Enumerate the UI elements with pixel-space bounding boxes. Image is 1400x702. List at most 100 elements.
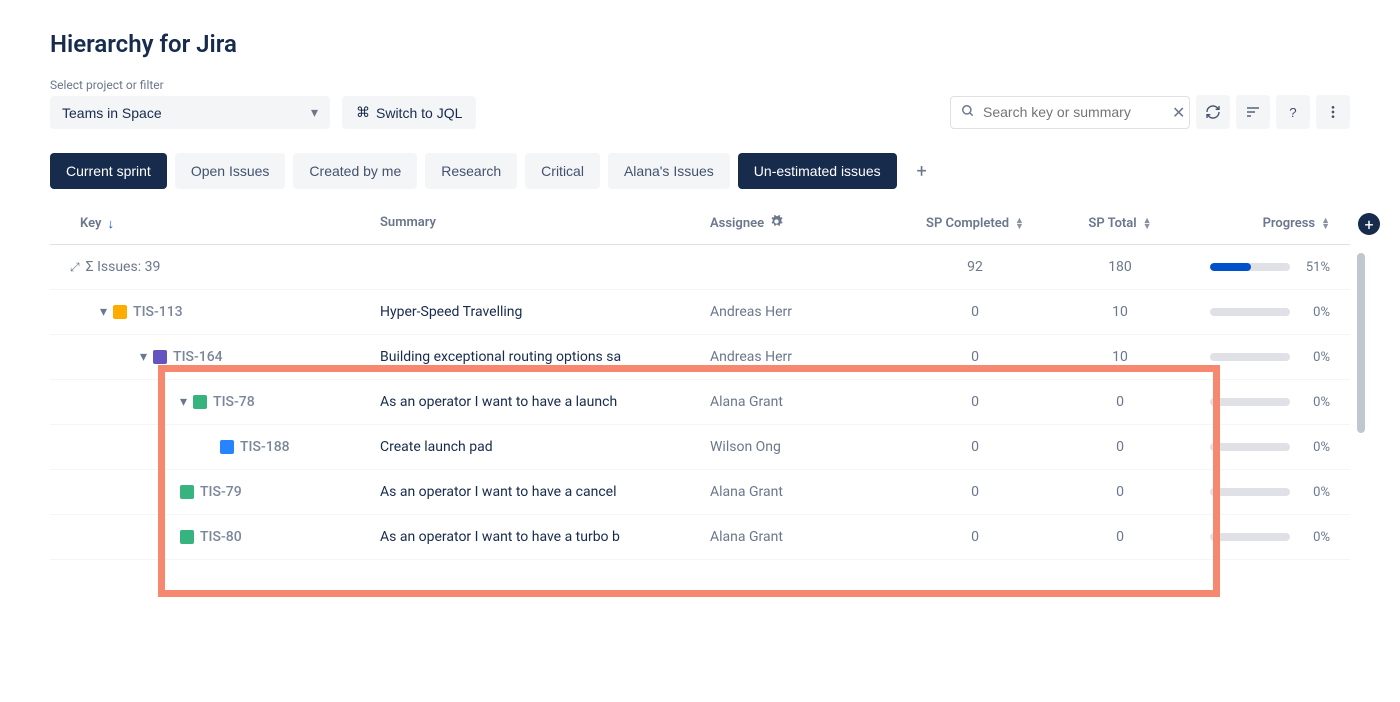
issue-key[interactable]: TIS-188 xyxy=(240,439,290,455)
filter-tabs: Current sprintOpen IssuesCreated by meRe… xyxy=(50,153,1350,189)
help-button[interactable]: ? xyxy=(1276,95,1310,129)
project-select-group: Select project or filter Teams in Space … xyxy=(50,78,330,129)
project-select-value: Teams in Space xyxy=(62,105,162,121)
column-header-summary[interactable]: Summary xyxy=(380,215,710,232)
row-summary[interactable]: Building exceptional routing options sa xyxy=(380,349,710,365)
task-issue-icon xyxy=(220,440,234,454)
chevron-down-icon[interactable]: ▾ xyxy=(140,349,147,365)
progress-bar xyxy=(1210,263,1290,271)
issue-key[interactable]: TIS-113 xyxy=(133,304,183,320)
row-sp-completed: 0 xyxy=(890,349,1060,365)
row-assignee: Andreas Herr xyxy=(710,304,890,320)
row-sp-total: 10 xyxy=(1060,349,1180,365)
column-header-sp-completed[interactable]: SP Completed ▲▼ xyxy=(890,215,1060,232)
row-progress: 0% xyxy=(1180,530,1340,545)
row-key-cell: TIS-80 xyxy=(50,529,380,545)
row-summary[interactable]: Create launch pad xyxy=(380,439,710,455)
row-assignee: Wilson Ong xyxy=(710,439,890,455)
filter-tab[interactable]: Alana's Issues xyxy=(608,153,730,189)
sort-down-icon: ↓ xyxy=(107,216,114,232)
row-assignee: Andreas Herr xyxy=(710,349,890,365)
table-row[interactable]: TIS-188Create launch padWilson Ong000% xyxy=(50,425,1350,470)
row-key-cell: ▾ TIS-78 xyxy=(50,394,380,410)
table-row[interactable]: TIS-80 As an operator I want to have a tu… xyxy=(50,515,1350,560)
add-filter-button[interactable]: + xyxy=(905,154,939,188)
row-sp-completed: 0 xyxy=(890,484,1060,500)
jql-icon: ⌘ xyxy=(356,104,370,121)
row-sp-completed: 0 xyxy=(890,394,1060,410)
row-key-cell: TIS-188 xyxy=(50,439,380,455)
scrollbar-thumb[interactable] xyxy=(1357,253,1365,433)
refresh-button[interactable] xyxy=(1196,95,1230,129)
epic-issue-icon xyxy=(153,350,167,364)
filter-tab[interactable]: Open Issues xyxy=(175,153,286,189)
page-title: Hierarchy for Jira xyxy=(50,30,1350,58)
row-assignee: Alana Grant xyxy=(710,484,890,500)
sort-icon: ▲▼ xyxy=(1143,218,1152,230)
row-progress: 0% xyxy=(1180,485,1340,500)
summary-row-key: ⤢ Σ Issues: 39 xyxy=(50,259,380,275)
issue-key[interactable]: TIS-80 xyxy=(200,529,242,545)
switch-to-jql-button[interactable]: ⌘ Switch to JQL xyxy=(342,96,476,129)
table-row[interactable]: TIS-79 As an operator I want to have a ca… xyxy=(50,470,1350,515)
scrollbar[interactable] xyxy=(1357,253,1365,613)
column-assignee-label: Assignee xyxy=(710,216,764,231)
issue-key[interactable]: TIS-164 xyxy=(173,349,223,365)
column-header-key[interactable]: Key ↓ xyxy=(50,215,380,232)
row-summary[interactable]: As an operator I want to have a cancel xyxy=(380,484,710,500)
row-progress: 0% xyxy=(1180,440,1340,455)
row-key-cell: ▾ TIS-113 xyxy=(50,304,380,320)
project-select[interactable]: Teams in Space ▾ xyxy=(50,96,330,129)
story-issue-icon xyxy=(193,395,207,409)
table-row[interactable]: ▾ TIS-78 As an operator I want to have a l… xyxy=(50,380,1350,425)
search-field[interactable]: ✕ xyxy=(950,96,1190,129)
table-row[interactable]: ▾ TIS-113 Hyper-Speed TravellingAndreas He… xyxy=(50,290,1350,335)
search-icon xyxy=(961,103,975,122)
filter-tab[interactable]: Research xyxy=(425,153,517,189)
more-menu-button[interactable] xyxy=(1316,95,1350,129)
toolbar-left: Select project or filter Teams in Space … xyxy=(50,78,476,129)
expand-icon[interactable]: ⤢ xyxy=(70,260,80,275)
summary-row-spt: 180 xyxy=(1060,259,1180,275)
row-progress: 0% xyxy=(1180,305,1340,320)
toolbar: Select project or filter Teams in Space … xyxy=(50,78,1350,129)
summary-row-label: Σ Issues: 39 xyxy=(86,259,161,275)
add-column-button[interactable]: + xyxy=(1358,213,1380,235)
project-select-label: Select project or filter xyxy=(50,78,330,92)
filter-tab[interactable]: Un-estimated issues xyxy=(738,153,897,189)
summary-row-progress: 51% xyxy=(1180,260,1340,275)
chevron-down-icon[interactable]: ▾ xyxy=(180,394,187,410)
issue-key[interactable]: TIS-79 xyxy=(200,484,242,500)
filter-tab[interactable]: Critical xyxy=(525,153,600,189)
search-input[interactable] xyxy=(983,104,1164,120)
table-row[interactable]: ▾ TIS-164 Building exceptional routing opt… xyxy=(50,335,1350,380)
clear-search-icon[interactable]: ✕ xyxy=(1172,103,1185,122)
row-progress: 0% xyxy=(1180,350,1340,365)
row-summary[interactable]: As an operator I want to have a turbo b xyxy=(380,529,710,545)
row-sp-total: 0 xyxy=(1060,439,1180,455)
column-progress-label: Progress xyxy=(1263,216,1316,231)
chevron-down-icon[interactable]: ▾ xyxy=(100,304,107,320)
story-issue-icon xyxy=(180,530,194,544)
gear-icon[interactable] xyxy=(770,215,783,232)
row-sp-total: 0 xyxy=(1060,394,1180,410)
issue-key[interactable]: TIS-78 xyxy=(213,394,255,410)
progress-pct: 0% xyxy=(1300,485,1330,500)
row-sp-completed: 0 xyxy=(890,439,1060,455)
progress-pct: 0% xyxy=(1300,530,1330,545)
progress-bar xyxy=(1210,308,1290,316)
filter-tab[interactable]: Created by me xyxy=(293,153,417,189)
sort-button[interactable] xyxy=(1236,95,1270,129)
column-header-sp-total[interactable]: SP Total ▲▼ xyxy=(1060,215,1180,232)
column-header-assignee[interactable]: Assignee xyxy=(710,215,890,232)
row-summary[interactable]: As an operator I want to have a launch xyxy=(380,394,710,410)
column-header-progress[interactable]: Progress ▲▼ xyxy=(1180,215,1340,232)
progress-pct: 0% xyxy=(1300,440,1330,455)
progress-pct: 0% xyxy=(1300,305,1330,320)
row-sp-total: 10 xyxy=(1060,304,1180,320)
row-summary[interactable]: Hyper-Speed Travelling xyxy=(380,304,710,320)
table-header: Key ↓ Summary Assignee SP Completed ▲▼ S… xyxy=(50,203,1350,245)
filter-tab[interactable]: Current sprint xyxy=(50,153,167,189)
progress-pct: 0% xyxy=(1300,395,1330,410)
row-key-cell: TIS-79 xyxy=(50,484,380,500)
